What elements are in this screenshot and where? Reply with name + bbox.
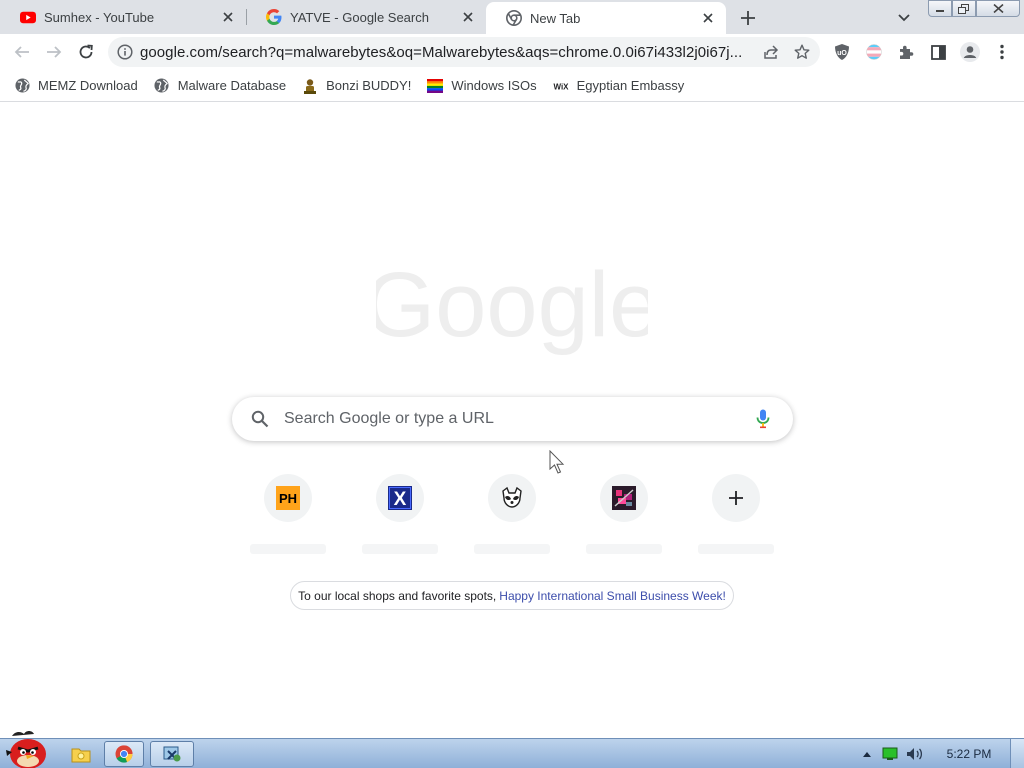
share-icon[interactable] xyxy=(760,41,782,63)
pixel-art-icon xyxy=(600,474,648,522)
chrome-icon xyxy=(115,745,133,763)
restore-button[interactable] xyxy=(952,0,976,17)
folder-taskbar-icon[interactable] xyxy=(64,741,98,767)
url-text[interactable]: google.com/search?q=malwarebytes&oq=Malw… xyxy=(140,44,750,61)
shortcut-tile[interactable]: PH xyxy=(232,474,344,558)
microphone-icon[interactable] xyxy=(753,407,773,431)
volume-icon[interactable] xyxy=(904,744,926,764)
menu-kebab-icon[interactable] xyxy=(988,38,1016,66)
bookmark-label: Windows ISOs xyxy=(451,78,537,93)
chrome-taskbar-button[interactable] xyxy=(104,741,144,767)
tab-new-tab[interactable]: New Tab xyxy=(486,2,726,34)
reload-button[interactable] xyxy=(72,38,100,66)
tray-expand-icon[interactable] xyxy=(858,744,876,764)
close-window-button[interactable] xyxy=(976,0,1020,17)
youtube-icon xyxy=(20,9,36,25)
new-tab-button[interactable] xyxy=(736,6,760,30)
bookmark-windows-isos[interactable]: Windows ISOs xyxy=(427,78,537,94)
show-desktop-button[interactable] xyxy=(1010,739,1024,768)
search-box[interactable]: Search Google or type a URL xyxy=(232,397,793,441)
wix-icon: WiX xyxy=(553,78,569,94)
bookmark-memz[interactable]: MEMZ Download xyxy=(14,78,138,94)
ph-icon: PH xyxy=(264,474,312,522)
bookmark-egyptian-embassy[interactable]: WiX Egyptian Embassy xyxy=(553,78,685,94)
tab-google-search[interactable]: YATVE - Google Search xyxy=(246,0,486,34)
shortcut-label xyxy=(250,544,326,554)
add-shortcut[interactable] xyxy=(680,474,792,558)
bookmark-label: Malware Database xyxy=(177,78,287,93)
google-g-icon xyxy=(266,9,282,25)
globe-icon xyxy=(14,78,30,94)
site-info-icon[interactable] xyxy=(110,44,140,60)
shortcut-tile[interactable] xyxy=(568,474,680,558)
promo-banner: To our local shops and favorite spots, H… xyxy=(290,581,734,610)
back-button[interactable] xyxy=(8,38,36,66)
search-placeholder[interactable]: Search Google or type a URL xyxy=(284,410,753,428)
tab-search-button[interactable] xyxy=(893,7,915,29)
tab-title: YATVE - Google Search xyxy=(290,9,429,25)
close-icon[interactable] xyxy=(700,10,716,26)
side-panel-icon[interactable] xyxy=(924,38,952,66)
bookmark-star-icon[interactable] xyxy=(791,41,813,63)
shortcut-label xyxy=(362,544,438,554)
close-icon[interactable] xyxy=(460,9,476,25)
raccoon-icon xyxy=(488,474,536,522)
flag-extension-icon[interactable] xyxy=(860,38,888,66)
clock-time[interactable]: 5:22 PM xyxy=(937,744,1001,764)
bonzi-icon xyxy=(302,78,318,94)
bookmark-malware-database[interactable]: Malware Database xyxy=(154,78,286,94)
network-icon[interactable] xyxy=(880,744,902,764)
add-shortcut-icon xyxy=(712,474,760,522)
shortcut-tile[interactable] xyxy=(456,474,568,558)
tab-youtube[interactable]: Sumhex - YouTube xyxy=(0,0,246,34)
shortcut-label xyxy=(698,544,774,554)
svg-text:PH: PH xyxy=(279,491,297,506)
angry-bird-start-icon[interactable] xyxy=(2,730,50,768)
promo-text: To our local shops and favorite spots, xyxy=(298,588,497,603)
rainbow-flag-icon xyxy=(427,78,444,94)
tab-strip: Sumhex - YouTube YATVE - Google Search N… xyxy=(0,0,1024,34)
tab-title: Sumhex - YouTube xyxy=(44,9,155,25)
tab-title: New Tab xyxy=(530,10,581,26)
chevron-down-icon xyxy=(898,14,910,22)
profile-avatar[interactable] xyxy=(956,38,984,66)
chrome-icon xyxy=(506,10,522,26)
minimize-button[interactable] xyxy=(928,0,952,17)
google-logo: Google xyxy=(376,262,648,356)
ublock-extension-icon[interactable]: uO xyxy=(828,38,856,66)
extensions-puzzle-icon[interactable] xyxy=(892,38,920,66)
forward-button[interactable] xyxy=(40,38,68,66)
bookmark-label: MEMZ Download xyxy=(38,78,138,93)
svg-text:uO: uO xyxy=(837,50,847,57)
search-icon xyxy=(250,409,270,429)
address-bar[interactable]: google.com/search?q=malwarebytes&oq=Malw… xyxy=(108,37,820,67)
shortcut-label xyxy=(474,544,550,554)
app-taskbar-button[interactable] xyxy=(150,741,194,767)
globe-icon xyxy=(154,78,170,94)
close-icon[interactable] xyxy=(220,9,236,25)
forward-arrow-icon xyxy=(47,46,62,58)
svg-text:WiX: WiX xyxy=(553,82,569,91)
promo-link[interactable]: Happy International Small Business Week! xyxy=(499,589,726,603)
bookmark-bonzi-buddy[interactable]: Bonzi BUDDY! xyxy=(302,78,411,94)
shortcut-tile[interactable]: X xyxy=(344,474,456,558)
svg-text:Google: Google xyxy=(376,262,648,356)
bookmark-label: Bonzi BUDDY! xyxy=(326,78,412,93)
bookmark-label: Egyptian Embassy xyxy=(576,78,685,93)
bookmarks-bar: MEMZ Download Malware Database Bonzi BUD… xyxy=(0,70,1024,102)
reload-icon xyxy=(79,44,93,59)
x-icon: X xyxy=(376,474,424,522)
toolbar: google.com/search?q=malwarebytes&oq=Malw… xyxy=(0,34,1024,70)
mouse-cursor-icon xyxy=(549,450,565,474)
svg-text:X: X xyxy=(394,489,407,510)
program-icon xyxy=(163,746,181,762)
back-arrow-icon xyxy=(14,46,29,58)
shortcut-label xyxy=(586,544,662,554)
